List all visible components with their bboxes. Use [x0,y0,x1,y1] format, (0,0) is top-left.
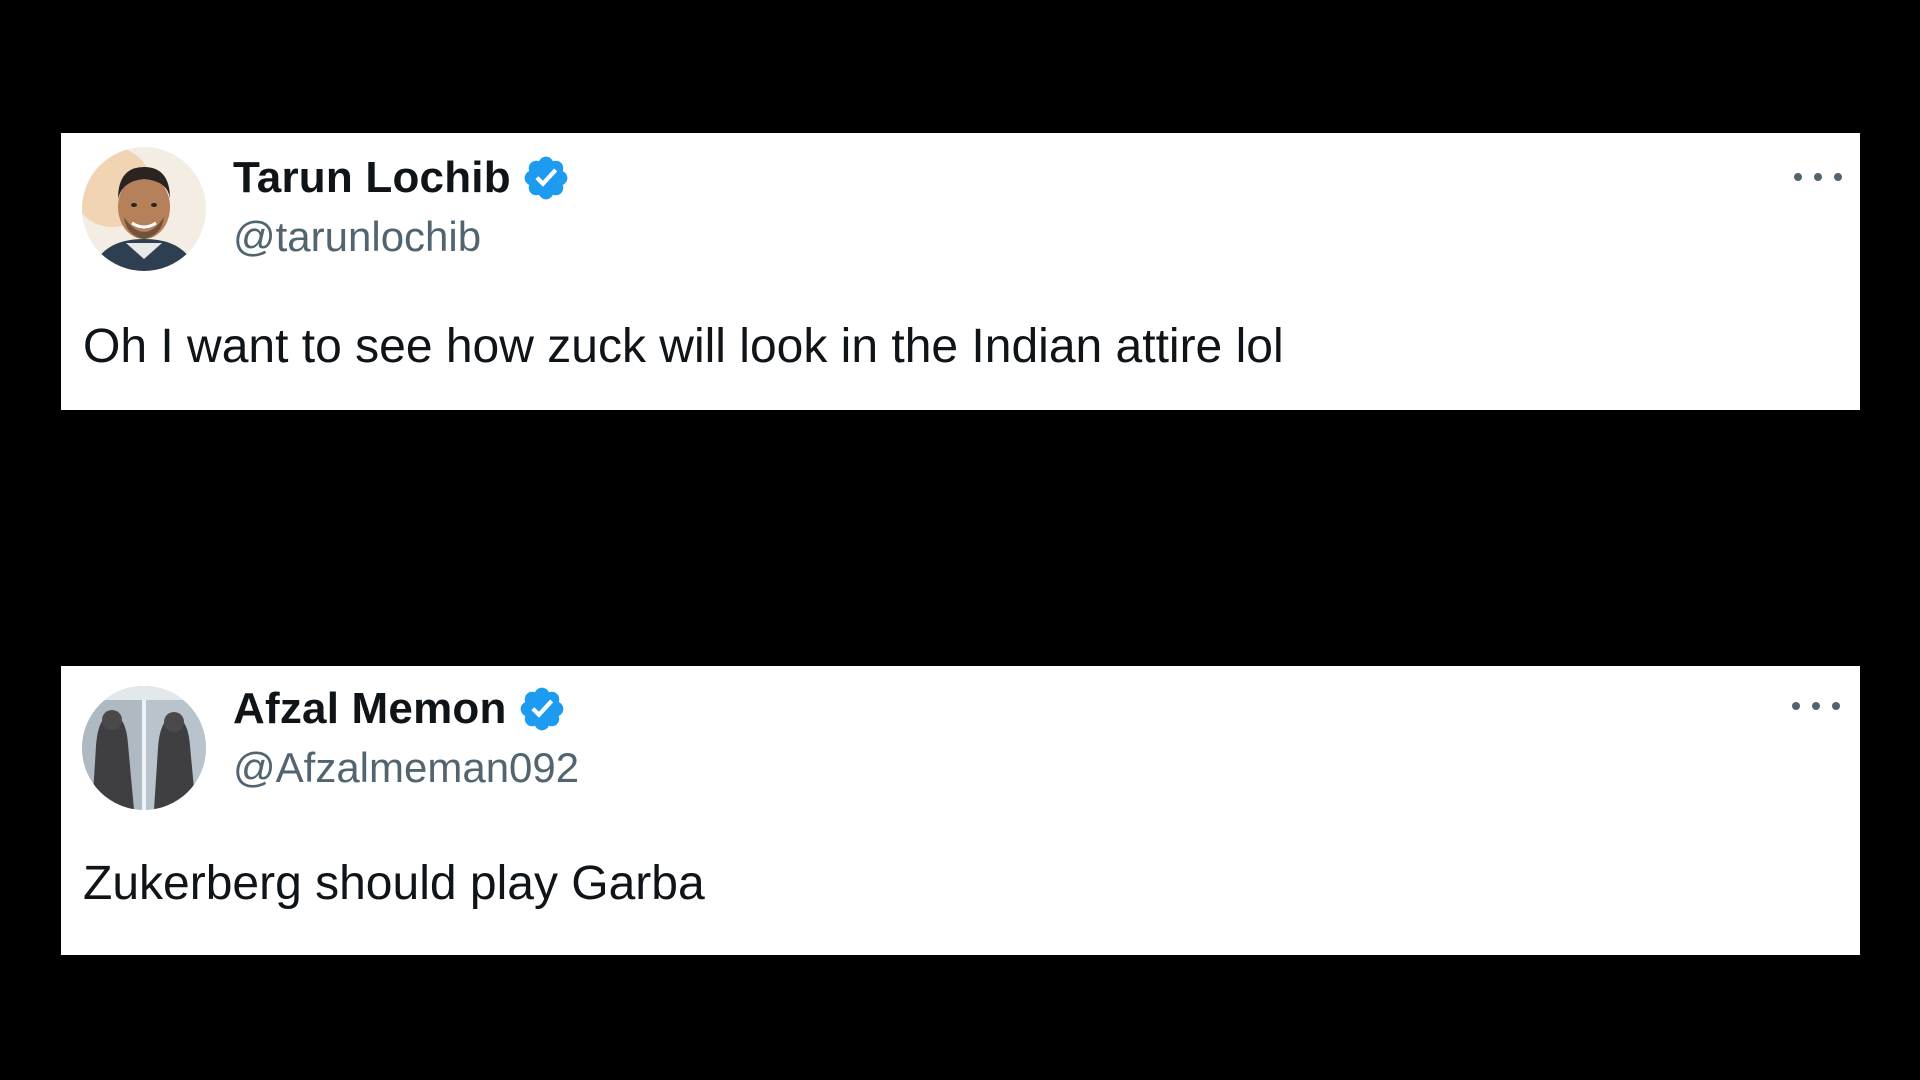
avatar[interactable] [82,147,206,271]
profile-photo-man-icon [82,147,206,271]
dot [1792,702,1800,710]
tweet-card[interactable]: Afzal Memon @Afzalmeman092 Zukerberg sho… [61,666,1860,955]
name-row: Afzal Memon [233,680,579,738]
dot [1814,173,1822,181]
dot [1794,173,1802,181]
user-handle[interactable]: @tarunlochib [233,213,571,261]
dot [1832,702,1840,710]
tweet-header: Afzal Memon @Afzalmeman092 [233,680,579,792]
tweet-card[interactable]: Tarun Lochib @tarunlochib Oh I want to s… [61,133,1860,410]
dot [1812,702,1820,710]
verified-badge-icon[interactable] [521,153,571,203]
avatar[interactable] [82,686,206,810]
more-options-icon[interactable] [1794,167,1842,187]
screenshot-canvas: Tarun Lochib @tarunlochib Oh I want to s… [0,0,1920,1080]
display-name[interactable]: Tarun Lochib [233,153,511,203]
tweet-text: Oh I want to see how zuck will look in t… [83,320,1284,373]
verified-badge-icon[interactable] [517,684,567,734]
display-name[interactable]: Afzal Memon [233,684,507,734]
name-row: Tarun Lochib [233,149,571,207]
dot [1834,173,1842,181]
tweet-header: Tarun Lochib @tarunlochib [233,149,571,261]
more-options-icon[interactable] [1792,696,1840,716]
tweet-text: Zukerberg should play Garba [83,857,705,910]
profile-photo-statue-icon [82,686,206,810]
user-handle[interactable]: @Afzalmeman092 [233,744,579,792]
